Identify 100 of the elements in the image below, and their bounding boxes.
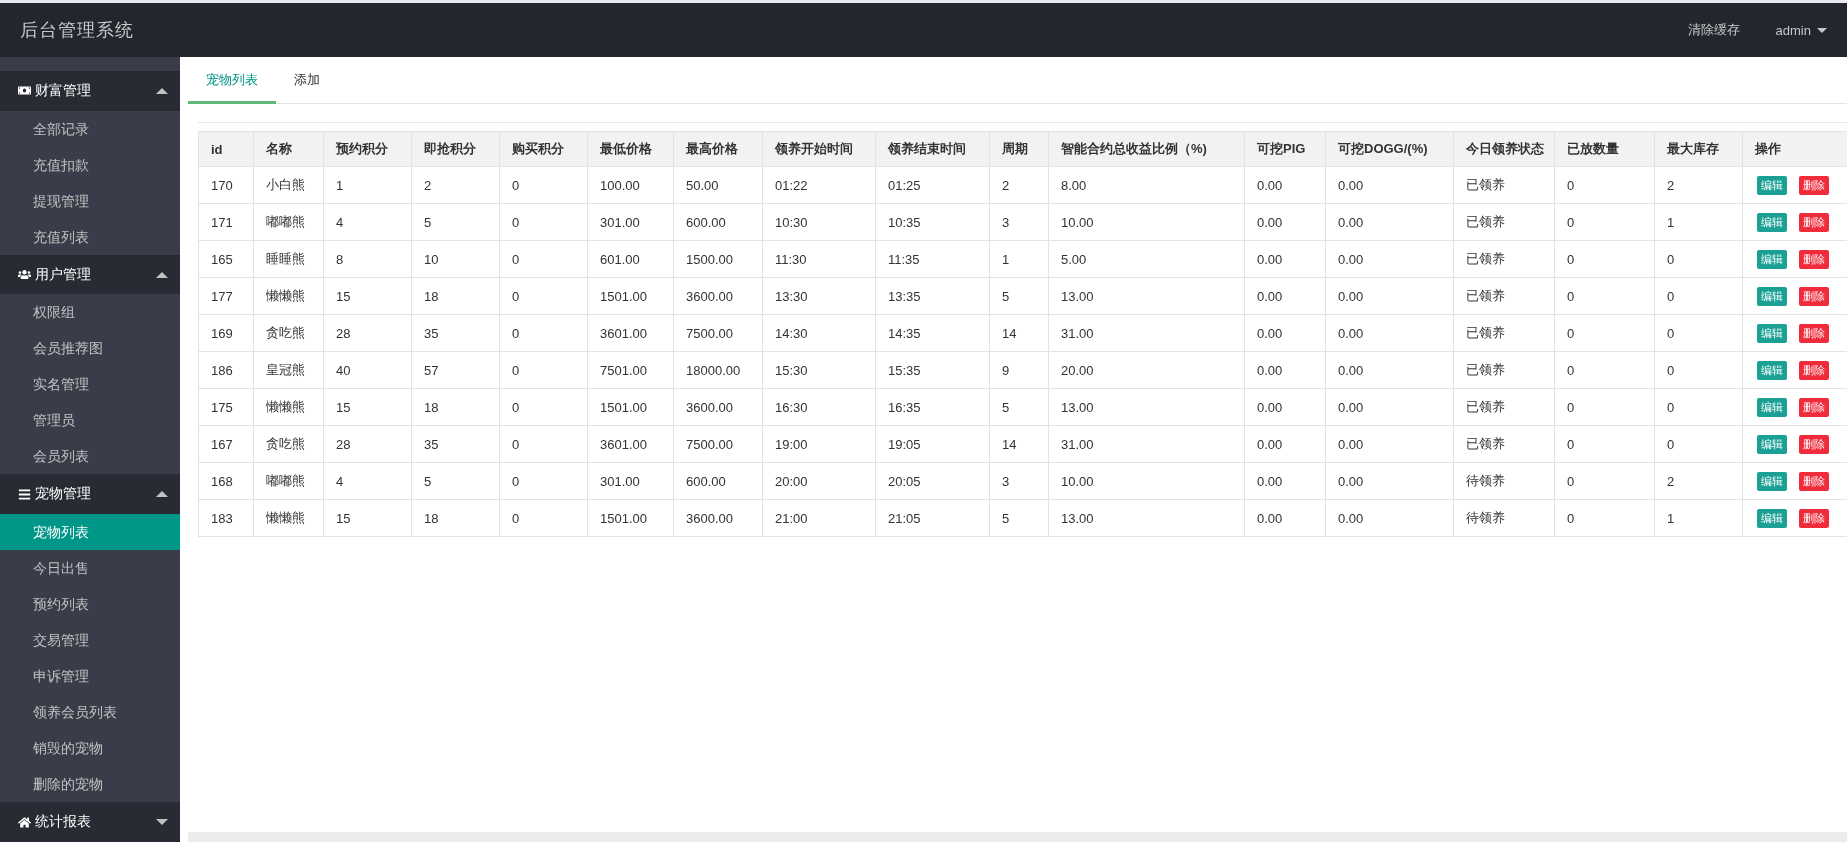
sidebar-item[interactable]: 申诉管理: [0, 658, 180, 695]
table-cell: 601.00: [587, 240, 674, 278]
table-cell: 11:35: [875, 240, 990, 278]
sidebar-group[interactable]: 用户管理: [0, 254, 180, 295]
table-cell: 4: [323, 462, 412, 500]
table-cell: 0: [499, 314, 588, 352]
table-cell: 嘟嘟熊: [253, 203, 324, 241]
sidebar-item[interactable]: 充值扣款: [0, 146, 180, 183]
sidebar-item[interactable]: 会员推荐图: [0, 330, 180, 367]
table-cell: 15: [323, 277, 412, 315]
table-cell: 600.00: [673, 462, 763, 500]
table-cell: 0: [499, 277, 588, 315]
table-cell: 2: [1654, 166, 1743, 204]
delete-button[interactable]: 删除: [1799, 212, 1829, 232]
sidebar-item[interactable]: 删除的宠物: [0, 766, 180, 803]
table-cell: 0: [499, 462, 588, 500]
delete-button[interactable]: 删除: [1799, 471, 1829, 491]
sidebar-item[interactable]: 充值列表: [0, 218, 180, 255]
table-cell: 15:35: [875, 351, 990, 389]
sidebar-group[interactable]: 财富管理: [0, 70, 180, 111]
table-cell: 0: [499, 425, 588, 463]
table-cell: 100.00: [587, 166, 674, 204]
sidebar-item[interactable]: 今日出售: [0, 550, 180, 587]
sidebar-item[interactable]: 权限组: [0, 294, 180, 331]
table-cell: 1501.00: [587, 499, 674, 537]
sidebar-item[interactable]: 交易管理: [0, 622, 180, 659]
table-cell: 183: [198, 499, 254, 537]
table-cell: 3601.00: [587, 314, 674, 352]
delete-button[interactable]: 删除: [1799, 360, 1829, 380]
table-cell: 5: [411, 203, 500, 241]
column-header: 最大库存: [1654, 131, 1743, 167]
table-cell: 3600.00: [673, 388, 763, 426]
sidebar-item[interactable]: 预约列表: [0, 586, 180, 623]
table-cell: 5.00: [1048, 240, 1245, 278]
delete-button[interactable]: 删除: [1799, 286, 1829, 306]
table-cell: 0.00: [1325, 240, 1454, 278]
sidebar-group[interactable]: 统计报表: [0, 802, 180, 842]
table-cell: 19:00: [762, 425, 876, 463]
table-cell: 待领养: [1453, 462, 1555, 500]
column-header: 可挖DOGG/(%): [1325, 131, 1454, 167]
table-cell: 已领养: [1453, 240, 1555, 278]
edit-button[interactable]: 编辑: [1757, 397, 1787, 417]
table-cell: 已领养: [1453, 314, 1555, 352]
table-cell: 4: [323, 203, 412, 241]
table-cell: 8: [323, 240, 412, 278]
table-cell: 301.00: [587, 462, 674, 500]
table-cell: 已领养: [1453, 388, 1555, 426]
clear-cache-link[interactable]: 清除缓存: [1687, 21, 1740, 39]
delete-button[interactable]: 删除: [1799, 397, 1829, 417]
sidebar-item[interactable]: 管理员: [0, 402, 180, 439]
table-cell: 168: [198, 462, 254, 500]
table-cell: 嘟嘟熊: [253, 462, 324, 500]
table-cell: 0: [499, 388, 588, 426]
table-cell: 21:05: [875, 499, 990, 537]
sidebar-group[interactable]: 宠物管理: [0, 474, 180, 515]
sidebar-item[interactable]: 销毁的宠物: [0, 730, 180, 767]
table-cell: 0: [1654, 240, 1743, 278]
table-cell: 5: [989, 499, 1049, 537]
edit-button[interactable]: 编辑: [1757, 249, 1787, 269]
sidebar-item[interactable]: 会员列表: [0, 438, 180, 475]
table-cell: 0.00: [1244, 351, 1326, 389]
edit-button[interactable]: 编辑: [1757, 434, 1787, 454]
table-cell: 5: [989, 277, 1049, 315]
table-cell: 57: [411, 351, 500, 389]
sidebar-item[interactable]: 领养会员列表: [0, 694, 180, 731]
table-cell: 3: [989, 462, 1049, 500]
table-cell: 1: [1654, 203, 1743, 241]
table-cell: 169: [198, 314, 254, 352]
table-cell: 170: [198, 166, 254, 204]
table-cell: 懒懒熊: [253, 277, 324, 315]
table-cell: 已领养: [1453, 203, 1555, 241]
sidebar-item[interactable]: 宠物列表: [0, 514, 180, 551]
table-cell: 186: [198, 351, 254, 389]
edit-button[interactable]: 编辑: [1757, 508, 1787, 528]
sidebar-item[interactable]: 实名管理: [0, 366, 180, 403]
table-cell: 14:30: [762, 314, 876, 352]
table-cell: 0.00: [1244, 499, 1326, 537]
delete-button[interactable]: 删除: [1799, 249, 1829, 269]
delete-button[interactable]: 删除: [1799, 434, 1829, 454]
table-cell: 0.00: [1244, 203, 1326, 241]
edit-button[interactable]: 编辑: [1757, 323, 1787, 343]
user-menu[interactable]: admin: [1775, 22, 1827, 38]
tab[interactable]: 添加: [276, 60, 338, 104]
edit-button[interactable]: 编辑: [1757, 286, 1787, 306]
table-cell: 1: [1654, 499, 1743, 537]
delete-button[interactable]: 删除: [1799, 175, 1829, 195]
edit-button[interactable]: 编辑: [1757, 471, 1787, 491]
delete-button[interactable]: 删除: [1799, 323, 1829, 343]
sidebar-item[interactable]: 全部记录: [0, 110, 180, 147]
edit-button[interactable]: 编辑: [1757, 175, 1787, 195]
table-cell: 0.00: [1325, 388, 1454, 426]
edit-button[interactable]: 编辑: [1757, 360, 1787, 380]
sidebar-item[interactable]: 提现管理: [0, 182, 180, 219]
delete-button[interactable]: 删除: [1799, 508, 1829, 528]
edit-button[interactable]: 编辑: [1757, 212, 1787, 232]
tab[interactable]: 宠物列表: [188, 60, 276, 104]
table-cell: 待领养: [1453, 499, 1555, 537]
table-cell: 已领养: [1453, 351, 1555, 389]
table-cell: 0.00: [1244, 388, 1326, 426]
table-cell: 28: [323, 425, 412, 463]
